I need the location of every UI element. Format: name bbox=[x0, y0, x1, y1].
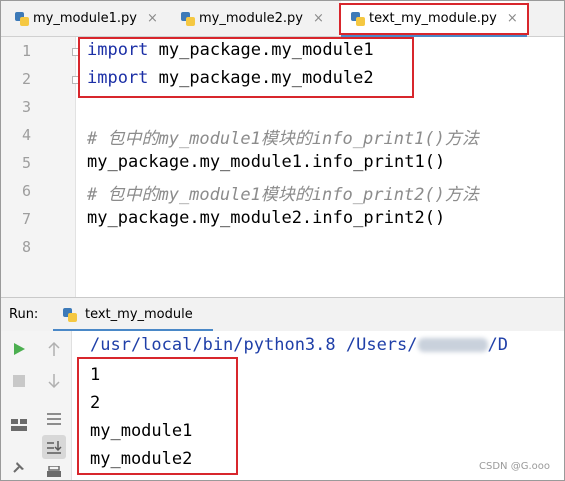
layout-icon[interactable] bbox=[9, 415, 29, 435]
tab-label: my_module1.py bbox=[33, 11, 137, 26]
command-path: /usr/local/bin/python3.8 /Users/ bbox=[90, 335, 418, 355]
line-number: 6 bbox=[21, 182, 31, 200]
console-toolbar bbox=[37, 331, 72, 480]
line-number: 8 bbox=[21, 238, 31, 256]
line-number: 2 bbox=[21, 70, 31, 88]
editor-tab-bar: my_module1.py × my_module2.py × text_my_… bbox=[1, 1, 564, 37]
tab-label: my_module2.py bbox=[199, 11, 303, 26]
python-file-icon bbox=[15, 11, 29, 26]
run-icon[interactable] bbox=[9, 339, 29, 359]
line-number: 3 bbox=[21, 98, 31, 116]
pin-icon[interactable] bbox=[9, 457, 29, 477]
highlight-box-active-tab bbox=[339, 3, 529, 35]
ide-window: my_module1.py × my_module2.py × text_my_… bbox=[0, 0, 565, 481]
tab-my-module2[interactable]: my_module2.py × bbox=[181, 1, 324, 36]
code-line-4: # 包中的my_module1模块的info_print1()方法 bbox=[87, 129, 479, 149]
print-icon[interactable] bbox=[44, 463, 64, 480]
run-toolbar bbox=[1, 331, 38, 480]
highlight-box-imports bbox=[78, 37, 414, 98]
tab-my-module1[interactable]: my_module1.py × bbox=[15, 1, 158, 36]
soft-wrap-icon[interactable] bbox=[44, 409, 64, 429]
scroll-to-end-icon[interactable] bbox=[42, 435, 66, 459]
code-line-6: # 包中的my_module1模块的info_print2()方法 bbox=[87, 185, 479, 205]
run-config-tab[interactable]: text_my_module bbox=[63, 298, 193, 331]
command-path-suffix: /D bbox=[487, 335, 508, 355]
code-line-7: my_package.my_module2.info_print2() bbox=[87, 208, 446, 228]
line-number: 5 bbox=[21, 154, 31, 172]
code-editor[interactable]: 1 2 3 4 5 6 7 8 import my_package.my_mod… bbox=[1, 37, 564, 297]
run-label: Run: bbox=[9, 307, 39, 322]
line-number-gutter: 1 2 3 4 5 6 7 8 bbox=[1, 37, 76, 297]
code-line-5: my_package.my_module1.info_print1() bbox=[87, 152, 446, 172]
scroll-up-icon[interactable] bbox=[44, 339, 64, 359]
stop-icon[interactable] bbox=[9, 371, 29, 391]
redacted-username bbox=[417, 338, 488, 352]
python-file-icon bbox=[181, 11, 195, 26]
run-tool-window-header: Run: text_my_module bbox=[1, 297, 564, 332]
command-line: /usr/local/bin/python3.8 /Users/ /D bbox=[90, 335, 508, 355]
scroll-down-icon[interactable] bbox=[44, 371, 64, 391]
line-number: 4 bbox=[21, 126, 31, 144]
line-number: 1 bbox=[21, 42, 31, 60]
console-output[interactable]: /usr/local/bin/python3.8 /Users//D 1 2 m… bbox=[72, 331, 564, 480]
run-tab-label: text_my_module bbox=[85, 307, 193, 322]
python-file-icon bbox=[63, 307, 77, 322]
line-number: 7 bbox=[21, 210, 31, 228]
close-icon[interactable]: × bbox=[313, 11, 324, 26]
watermark: CSDN @G.ooo bbox=[479, 461, 550, 472]
highlight-box-output bbox=[77, 357, 238, 475]
close-icon[interactable]: × bbox=[147, 11, 158, 26]
